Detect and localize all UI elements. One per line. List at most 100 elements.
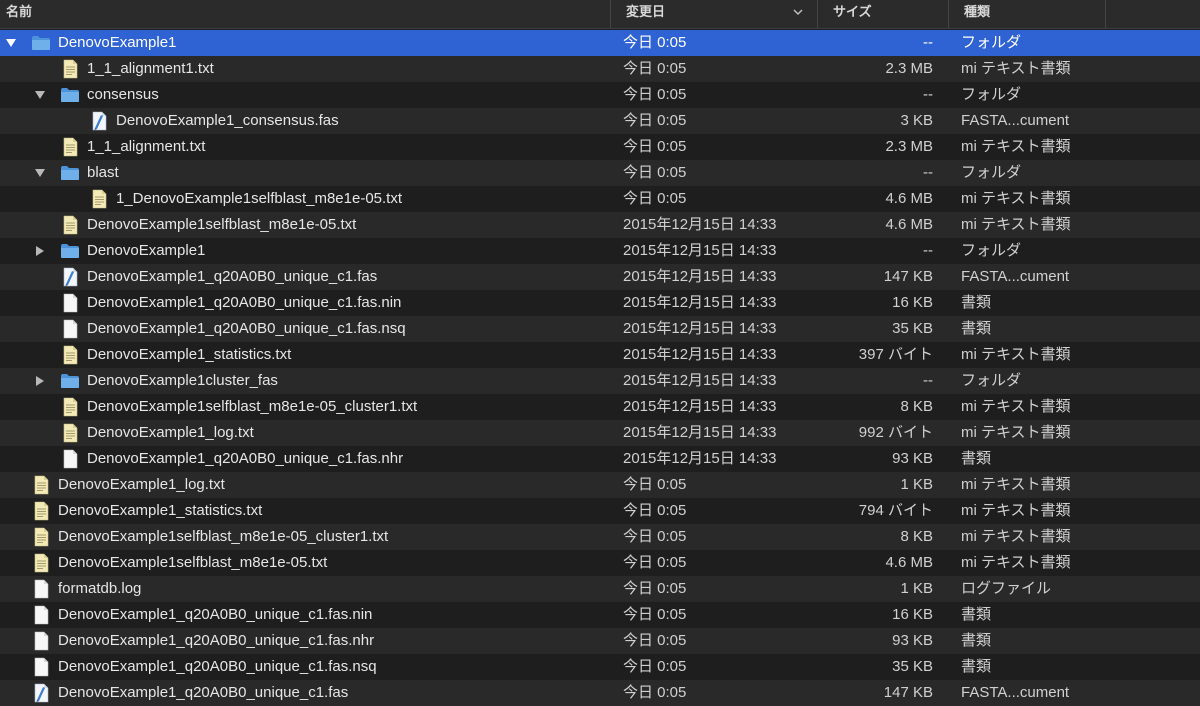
folder-row[interactable]: consensus 今日 0:05 -- フォルダ <box>0 82 1200 108</box>
file-name[interactable]: DenovoExample1_q20A0B0_unique_c1.fas.nsq <box>58 654 377 680</box>
fasta-document-icon <box>92 111 107 131</box>
folder-row[interactable]: DenovoExample1 2015年12月15日 14:33 -- フォルダ <box>0 238 1200 264</box>
file-row[interactable]: DenovoExample1_statistics.txt 2015年12月15日… <box>0 342 1200 368</box>
date-modified: 2015年12月15日 14:33 <box>623 242 777 259</box>
file-name[interactable]: DenovoExample1 <box>87 238 205 264</box>
fasta-document-icon <box>34 683 49 703</box>
file-name[interactable]: DenovoExample1_statistics.txt <box>87 342 291 368</box>
file-name[interactable]: DenovoExample1cluster_fas <box>87 368 278 394</box>
date-modified: 今日 0:05 <box>623 476 687 493</box>
file-name[interactable]: DenovoExample1_q20A0B0_unique_c1.fas.nhr <box>87 446 403 472</box>
file-name[interactable]: blast <box>87 160 119 186</box>
file-row[interactable]: DenovoExample1_q20A0B0_unique_c1.fas.nsq… <box>0 316 1200 342</box>
file-name[interactable]: DenovoExample1selfblast_m8e1e-05_cluster… <box>87 394 417 420</box>
file-row[interactable]: DenovoExample1_q20A0B0_unique_c1.fas 2015… <box>0 264 1200 290</box>
text-document-icon <box>34 501 49 521</box>
date-modified: 2015年12月15日 14:33 <box>623 294 777 311</box>
folder-icon <box>61 166 79 180</box>
file-name[interactable]: 1_DenovoExample1selfblast_m8e1e-05.txt <box>116 186 402 212</box>
file-name[interactable]: DenovoExample1_q20A0B0_unique_c1.fas.nhr <box>58 628 374 654</box>
file-row[interactable]: 1_1_alignment1.txt 今日 0:05 2.3 MB mi テキスト書類 <box>0 56 1200 82</box>
date-modified: 今日 0:05 <box>623 190 687 207</box>
file-size: 2.3 MB <box>885 138 933 155</box>
column-header-name[interactable]: 名前 <box>0 0 610 28</box>
file-kind: 書類 <box>961 320 992 337</box>
blank-document-icon <box>34 605 49 625</box>
text-document-icon <box>63 137 78 157</box>
date-modified: 今日 0:05 <box>623 86 687 103</box>
file-name[interactable]: DenovoExample1selfblast_m8e1e-05.txt <box>87 212 356 238</box>
file-name[interactable]: formatdb.log <box>58 576 141 602</box>
file-row[interactable]: DenovoExample1_q20A0B0_unique_c1.fas.nhr… <box>0 628 1200 654</box>
file-kind: mi テキスト書類 <box>961 60 1071 77</box>
file-name[interactable]: DenovoExample1_q20A0B0_unique_c1.fas.nin <box>87 290 401 316</box>
file-name[interactable]: DenovoExample1_q20A0B0_unique_c1.fas <box>58 680 348 706</box>
file-row[interactable]: DenovoExample1selfblast_m8e1e-05.txt 今日 0… <box>0 550 1200 576</box>
folder-row[interactable]: blast 今日 0:05 -- フォルダ <box>0 160 1200 186</box>
file-size: 992 バイト <box>858 424 933 441</box>
date-modified: 今日 0:05 <box>623 502 687 519</box>
file-name[interactable]: consensus <box>87 82 159 108</box>
date-modified: 2015年12月15日 14:33 <box>623 372 777 389</box>
column-header-kind[interactable]: 種類 <box>948 0 1105 28</box>
disclosure-triangle-expanded-icon[interactable] <box>34 89 46 101</box>
file-row[interactable]: DenovoExample1_q20A0B0_unique_c1.fas.nsq… <box>0 654 1200 680</box>
file-name[interactable]: 1_1_alignment.txt <box>87 134 205 160</box>
file-name[interactable]: DenovoExample1_log.txt <box>58 472 225 498</box>
file-name[interactable]: DenovoExample1_consensus.fas <box>116 108 339 134</box>
disclosure-triangle-collapsed-icon[interactable] <box>34 245 46 257</box>
date-modified: 今日 0:05 <box>623 112 687 129</box>
file-size: -- <box>923 86 933 103</box>
file-kind: 書類 <box>961 450 992 467</box>
sort-chevron-down-icon[interactable] <box>792 6 804 18</box>
column-header-bar: 名前 変更日 サイズ 種類 <box>0 0 1200 29</box>
file-row[interactable]: DenovoExample1_q20A0B0_unique_c1.fas.nin… <box>0 602 1200 628</box>
file-row[interactable]: DenovoExample1_consensus.fas 今日 0:05 3 KB F… <box>0 108 1200 134</box>
file-kind: mi テキスト書類 <box>961 346 1071 363</box>
file-name[interactable]: DenovoExample1_q20A0B0_unique_c1.fas.nin <box>58 602 372 628</box>
file-kind: フォルダ <box>961 164 1022 181</box>
file-size: 8 KB <box>900 528 933 545</box>
text-document-icon <box>63 215 78 235</box>
file-size: 2.3 MB <box>885 60 933 77</box>
file-name[interactable]: DenovoExample1_q20A0B0_unique_c1.fas.nsq <box>87 316 406 342</box>
folder-row[interactable]: DenovoExample1cluster_fas 2015年12月15日 14:… <box>0 368 1200 394</box>
file-kind: mi テキスト書類 <box>961 528 1071 545</box>
file-row[interactable]: DenovoExample1_statistics.txt 今日 0:05 794 … <box>0 498 1200 524</box>
column-header-date-modified[interactable]: 変更日 <box>610 0 817 28</box>
file-name[interactable]: DenovoExample1_log.txt <box>87 420 254 446</box>
date-modified: 2015年12月15日 14:33 <box>623 216 777 233</box>
file-name[interactable]: DenovoExample1selfblast_m8e1e-05.txt <box>58 550 327 576</box>
file-name[interactable]: DenovoExample1 <box>58 30 176 56</box>
file-row[interactable]: formatdb.log 今日 0:05 1 KB ログファイル <box>0 576 1200 602</box>
file-list: DenovoExample1 今日 0:05 -- フォルダ 1_1_alignment… <box>0 30 1200 706</box>
folder-icon <box>32 36 50 50</box>
column-header-size[interactable]: サイズ <box>817 0 948 28</box>
file-row[interactable]: DenovoExample1_q20A0B0_unique_c1.fas.nhr… <box>0 446 1200 472</box>
file-row[interactable]: 1_1_alignment.txt 今日 0:05 2.3 MB mi テキスト書類 <box>0 134 1200 160</box>
file-row[interactable]: DenovoExample1_q20A0B0_unique_c1.fas.nin… <box>0 290 1200 316</box>
file-name[interactable]: DenovoExample1selfblast_m8e1e-05_cluster… <box>58 524 388 550</box>
folder-row[interactable]: DenovoExample1 今日 0:05 -- フォルダ <box>0 30 1200 56</box>
file-row[interactable]: DenovoExample1_log.txt 2015年12月15日 14:33 9… <box>0 420 1200 446</box>
file-kind: 書類 <box>961 658 992 675</box>
file-name[interactable]: 1_1_alignment1.txt <box>87 56 214 82</box>
file-row[interactable]: DenovoExample1selfblast_m8e1e-05.txt 2015… <box>0 212 1200 238</box>
file-size: 35 KB <box>892 320 933 337</box>
fasta-document-icon <box>63 267 78 287</box>
text-document-icon <box>34 475 49 495</box>
file-row[interactable]: DenovoExample1_q20A0B0_unique_c1.fas 今日 0… <box>0 680 1200 706</box>
disclosure-triangle-collapsed-icon[interactable] <box>34 375 46 387</box>
file-row[interactable]: DenovoExample1selfblast_m8e1e-05_cluster… <box>0 524 1200 550</box>
folder-icon <box>61 88 79 102</box>
file-name[interactable]: DenovoExample1_q20A0B0_unique_c1.fas <box>87 264 377 290</box>
file-size: 16 KB <box>892 294 933 311</box>
disclosure-triangle-expanded-icon[interactable] <box>5 37 17 49</box>
file-row[interactable]: DenovoExample1_log.txt 今日 0:05 1 KB mi テキスト… <box>0 472 1200 498</box>
file-size: 3 KB <box>900 112 933 129</box>
file-row[interactable]: 1_DenovoExample1selfblast_m8e1e-05.txt 今日… <box>0 186 1200 212</box>
text-document-icon <box>63 397 78 417</box>
file-row[interactable]: DenovoExample1selfblast_m8e1e-05_cluster… <box>0 394 1200 420</box>
disclosure-triangle-expanded-icon[interactable] <box>34 167 46 179</box>
file-name[interactable]: DenovoExample1_statistics.txt <box>58 498 262 524</box>
